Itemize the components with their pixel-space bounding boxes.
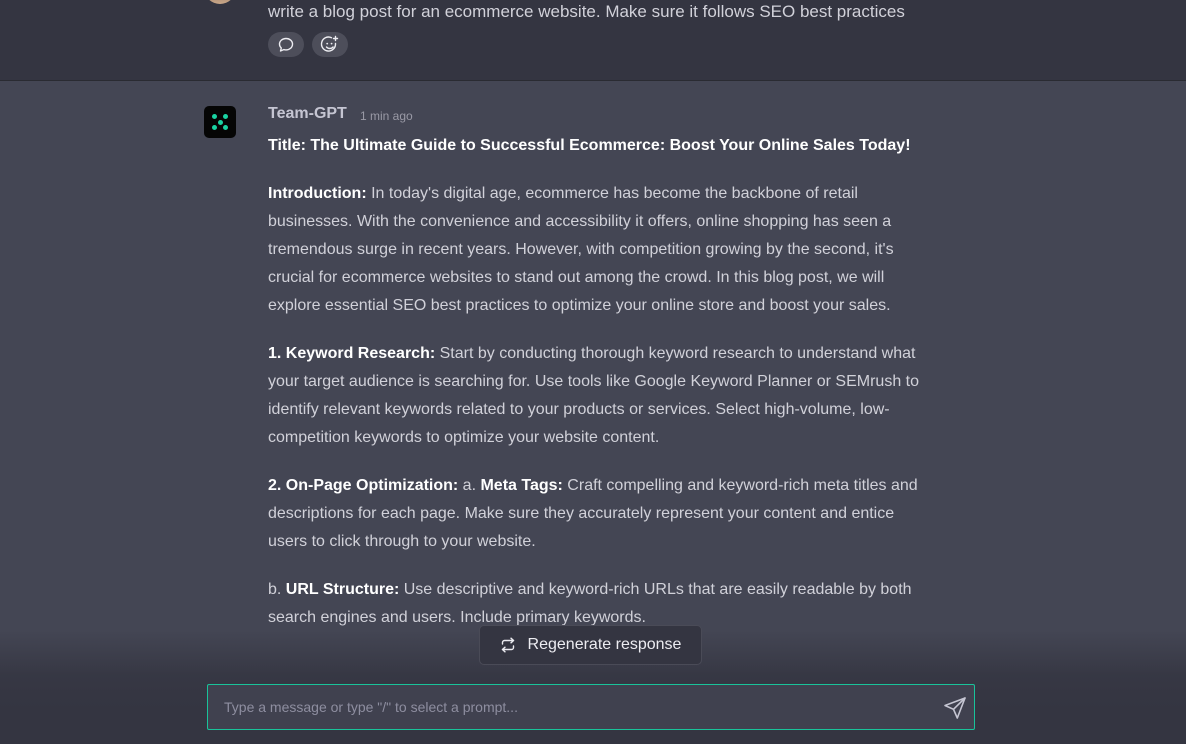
keyword-paragraph: 1. Keyword Research: Start by conducting… <box>268 340 928 452</box>
send-button[interactable] <box>941 694 969 722</box>
bot-message-content: Title: The Ultimate Guide to Successful … <box>268 132 928 652</box>
user-avatar <box>204 0 236 4</box>
add-reaction-icon <box>320 35 339 52</box>
logo-dot <box>212 125 217 130</box>
comment-button[interactable] <box>268 32 304 57</box>
logo-dot <box>223 125 228 130</box>
intro-label: Introduction: <box>268 185 367 202</box>
bot-name: Team-GPT <box>268 105 347 122</box>
regenerate-label: Regenerate response <box>527 636 682 653</box>
onpage-sub: a. <box>458 477 481 494</box>
user-message: write a blog post for an ecommerce websi… <box>0 0 1186 81</box>
intro-paragraph: Introduction: In today's digital age, ec… <box>268 180 928 320</box>
url-paragraph: b. URL Structure: Use descriptive and ke… <box>268 576 928 632</box>
keyword-label: 1. Keyword Research: <box>268 345 436 362</box>
url-prefix: b. <box>268 581 286 598</box>
blog-title: Title: The Ultimate Guide to Successful … <box>268 137 911 154</box>
message-timestamp: 1 min ago <box>360 109 413 123</box>
regenerate-button[interactable]: Regenerate response <box>479 625 702 665</box>
onpage-paragraph: 2. On-Page Optimization: a. Meta Tags: C… <box>268 472 928 556</box>
user-message-text: write a blog post for an ecommerce websi… <box>268 2 905 21</box>
message-input[interactable] <box>208 685 928 729</box>
logo-dot <box>212 114 217 119</box>
comment-icon <box>278 37 294 52</box>
regenerate-icon <box>501 637 514 653</box>
url-label: URL Structure: <box>285 581 400 598</box>
meta-label: Meta Tags: <box>480 477 563 494</box>
bot-avatar <box>204 106 236 138</box>
onpage-label: 2. On-Page Optimization: <box>268 477 459 494</box>
send-icon <box>944 697 966 719</box>
add-reaction-button[interactable] <box>312 32 348 57</box>
logo-dot <box>223 114 228 119</box>
logo-dot <box>217 119 223 125</box>
intro-text: In today's digital age, ecommerce has be… <box>268 185 894 314</box>
message-composer <box>207 684 975 730</box>
